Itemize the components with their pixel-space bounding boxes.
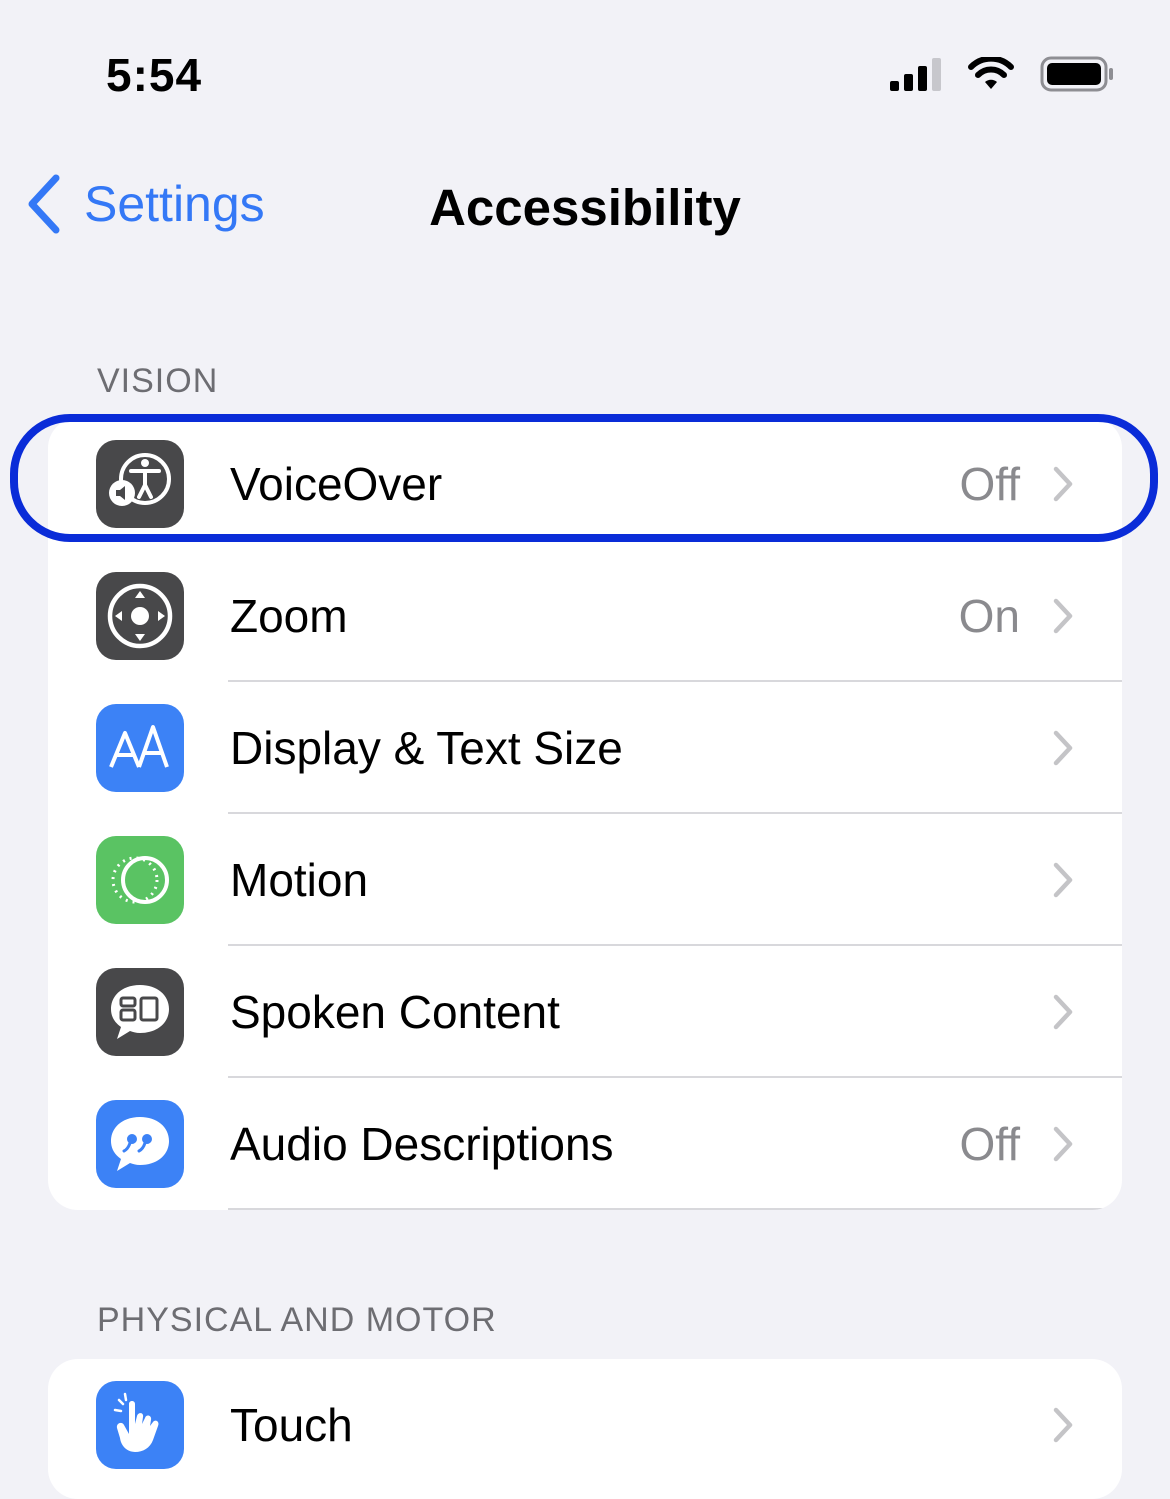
chevron-right-icon: [1053, 862, 1073, 898]
spoken-content-icon: [96, 968, 184, 1056]
zoom-icon: [96, 572, 184, 660]
page-title: Accessibility: [429, 179, 741, 236]
status-bar: 5:54: [0, 0, 1170, 150]
row-value: Off: [959, 458, 1020, 510]
row-audio-descriptions[interactable]: Audio Descriptions Off: [48, 1078, 1122, 1210]
touch-icon: [96, 1381, 184, 1469]
voiceover-icon: [96, 440, 184, 528]
chevron-right-icon: [1053, 598, 1073, 634]
row-label: Audio Descriptions: [230, 1118, 614, 1170]
display-text-size-icon: [96, 704, 184, 792]
row-label: Spoken Content: [230, 986, 560, 1038]
audio-descriptions-icon: [96, 1100, 184, 1188]
row-label: VoiceOver: [230, 458, 443, 510]
row-motion[interactable]: Motion: [48, 814, 1122, 946]
section-header-physical-motor: PHYSICAL AND MOTOR: [97, 1301, 497, 1339]
chevron-right-icon: [1053, 466, 1073, 502]
row-value: Off: [959, 1118, 1020, 1170]
row-separator: [228, 1208, 1122, 1210]
vision-group: VoiceOver Off Zoom On Display & Text Siz…: [48, 418, 1122, 1210]
battery-icon: [1040, 56, 1113, 92]
navigation-bar: Settings Accessibility: [0, 160, 1170, 260]
motion-icon: [96, 836, 184, 924]
chevron-right-icon: [1053, 1126, 1073, 1162]
row-value: On: [958, 590, 1020, 642]
physical-motor-group: Touch: [48, 1359, 1122, 1499]
cellular-signal-icon: [890, 58, 941, 91]
chevron-right-icon: [1053, 994, 1073, 1030]
chevron-right-icon: [1053, 1407, 1073, 1443]
row-label: Display & Text Size: [230, 722, 623, 774]
row-spoken-content[interactable]: Spoken Content: [48, 946, 1122, 1078]
status-time: 5:54: [106, 49, 203, 101]
row-label: Zoom: [230, 590, 348, 642]
chevron-right-icon: [1053, 730, 1073, 766]
row-display-text-size[interactable]: Display & Text Size: [48, 682, 1122, 814]
status-icons: [890, 56, 1114, 92]
row-zoom[interactable]: Zoom On: [48, 550, 1122, 682]
row-label: Motion: [230, 854, 369, 906]
row-voiceover[interactable]: VoiceOver Off: [48, 418, 1122, 550]
row-touch[interactable]: Touch: [48, 1359, 1122, 1491]
row-label: Touch: [230, 1399, 353, 1451]
wifi-icon: [968, 57, 1014, 89]
section-header-vision: VISION: [97, 362, 219, 400]
